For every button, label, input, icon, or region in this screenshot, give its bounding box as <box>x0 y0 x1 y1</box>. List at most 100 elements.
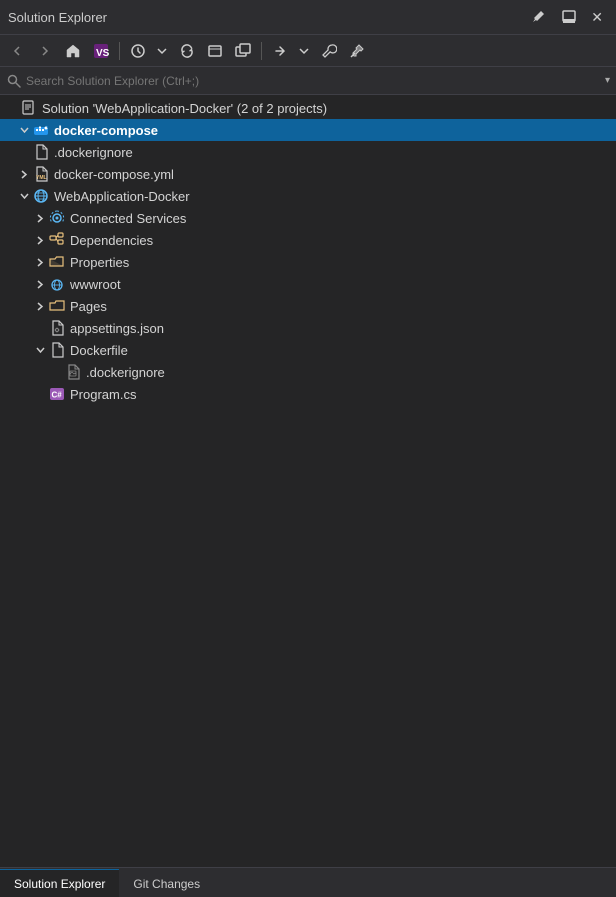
title-bar: Solution Explorer ✕ <box>0 0 616 35</box>
toolbar: VS <box>0 35 616 67</box>
close-window-button[interactable]: ✕ <box>586 6 608 29</box>
pages-label: Pages <box>70 299 107 314</box>
docker-compose-label: docker-compose <box>54 123 158 138</box>
properties-icon <box>48 253 66 271</box>
webapp-icon <box>32 187 50 205</box>
history-icon <box>130 43 146 59</box>
tree-item-dockerignore1[interactable]: ▶ .dockerignore <box>0 141 616 163</box>
history-dropdown-group <box>125 40 172 62</box>
arrange-dropdown-button[interactable] <box>294 40 314 62</box>
appsettings-icon <box>48 319 66 337</box>
tab-git-changes[interactable]: Git Changes <box>119 869 214 897</box>
expand-arrow-6-icon <box>36 302 45 311</box>
webapp-label: WebApplication-Docker <box>54 189 190 204</box>
expand-wwwroot[interactable] <box>32 280 48 289</box>
expand-properties[interactable] <box>32 258 48 267</box>
back-icon <box>9 43 25 59</box>
expand-webapp[interactable] <box>16 192 32 201</box>
dock-icon <box>561 9 577 25</box>
tab-git-changes-label: Git Changes <box>133 877 200 891</box>
forward-icon <box>37 43 53 59</box>
dockerfile-file-icon <box>49 342 65 358</box>
history-button[interactable] <box>125 40 151 62</box>
window-title: Solution Explorer <box>8 10 526 25</box>
expand-docker-compose[interactable] <box>16 126 32 135</box>
tree-item-docker-compose[interactable]: docker-compose <box>0 119 616 141</box>
tree-item-program-cs[interactable]: ▶ C# Program.cs <box>0 383 616 405</box>
clone-window-button[interactable] <box>230 40 256 62</box>
home-button[interactable] <box>60 40 86 62</box>
search-input[interactable] <box>26 74 601 88</box>
tree-item-dockerignore2[interactable]: ▶ .dockerignore <box>0 361 616 383</box>
dockerignore2-icon <box>64 363 82 381</box>
program-cs-label: Program.cs <box>70 387 136 402</box>
expand-dockerfile[interactable] <box>32 346 48 355</box>
pin-window-button[interactable] <box>526 6 552 28</box>
home-icon <box>65 43 81 59</box>
sync-icon <box>179 43 195 59</box>
tab-solution-explorer[interactable]: Solution Explorer <box>0 869 119 897</box>
globe-icon <box>33 188 49 204</box>
search-bar-icon <box>6 73 22 89</box>
settings-file-icon <box>49 320 65 336</box>
window-button[interactable] <box>202 40 228 62</box>
dockerignore1-label: .dockerignore <box>54 145 133 160</box>
pin-button[interactable] <box>344 40 370 62</box>
tab-bar: Solution Explorer Git Changes <box>0 867 616 897</box>
connected-services-icon <box>48 209 66 227</box>
dockerignore2-label: .dockerignore <box>86 365 165 380</box>
docker-compose-yml-label: docker-compose.yml <box>54 167 174 182</box>
tree-item-docker-compose-yml[interactable]: YML docker-compose.yml <box>0 163 616 185</box>
expand-pages[interactable] <box>32 302 48 311</box>
expand-connected[interactable] <box>32 214 48 223</box>
separator-1 <box>119 42 120 60</box>
pin-toolbar-icon <box>349 43 365 59</box>
title-bar-buttons: ✕ <box>526 6 608 29</box>
tree-item-appsettings[interactable]: ▶ appsettings.json <box>0 317 616 339</box>
solution-icon <box>20 99 38 117</box>
arrange-icon <box>272 43 288 59</box>
connected-icon <box>49 210 65 226</box>
arrange-button[interactable] <box>267 40 293 62</box>
program-cs-icon: C# <box>48 385 66 403</box>
globe-folder-icon <box>49 276 65 292</box>
expand-yml[interactable] <box>16 170 32 179</box>
properties-label: Properties <box>70 255 129 270</box>
collapse-arrow-3-icon <box>36 346 45 355</box>
forward-button[interactable] <box>32 40 58 62</box>
expand-dependencies[interactable] <box>32 236 48 245</box>
close-icon: ✕ <box>591 9 603 26</box>
svg-text:C#: C# <box>52 391 63 400</box>
history-dropdown-button[interactable] <box>152 40 172 62</box>
tab-solution-explorer-label: Solution Explorer <box>14 877 105 891</box>
vs-icon-button[interactable]: VS <box>88 40 114 62</box>
deps-icon <box>49 232 65 248</box>
sync-button[interactable] <box>174 40 200 62</box>
dependencies-icon <box>48 231 66 249</box>
solution-label: Solution 'WebApplication-Docker' (2 of 2… <box>42 101 327 116</box>
docker-compose-icon <box>32 121 50 139</box>
back-button[interactable] <box>4 40 30 62</box>
docker-icon <box>33 122 49 138</box>
vs-icon: VS <box>93 43 109 59</box>
dock-window-button[interactable] <box>556 6 582 28</box>
tree-item-dockerfile[interactable]: Dockerfile <box>0 339 616 361</box>
tree-item-connected-services[interactable]: Connected Services <box>0 207 616 229</box>
search-dropdown-button[interactable]: ▾ <box>605 75 610 86</box>
csharp-icon: C# <box>49 386 65 402</box>
wrench-button[interactable] <box>316 40 342 62</box>
collapse-arrow-icon <box>20 126 29 135</box>
pages-folder-icon <box>49 298 65 314</box>
tree-item-webapp-docker[interactable]: WebApplication-Docker <box>0 185 616 207</box>
folder-open-icon <box>49 254 65 270</box>
tree-item-pages[interactable]: Pages <box>0 295 616 317</box>
wrench-icon <box>321 43 337 59</box>
window-icon <box>207 43 223 59</box>
dockerfile-icon <box>48 341 66 359</box>
separator-2 <box>261 42 262 60</box>
tree-item-dependencies[interactable]: Dependencies <box>0 229 616 251</box>
tree-item-wwwroot[interactable]: wwwroot <box>0 273 616 295</box>
dockerfile-label: Dockerfile <box>70 343 128 358</box>
solution-item[interactable]: Solution 'WebApplication-Docker' (2 of 2… <box>0 97 616 119</box>
tree-item-properties[interactable]: Properties <box>0 251 616 273</box>
